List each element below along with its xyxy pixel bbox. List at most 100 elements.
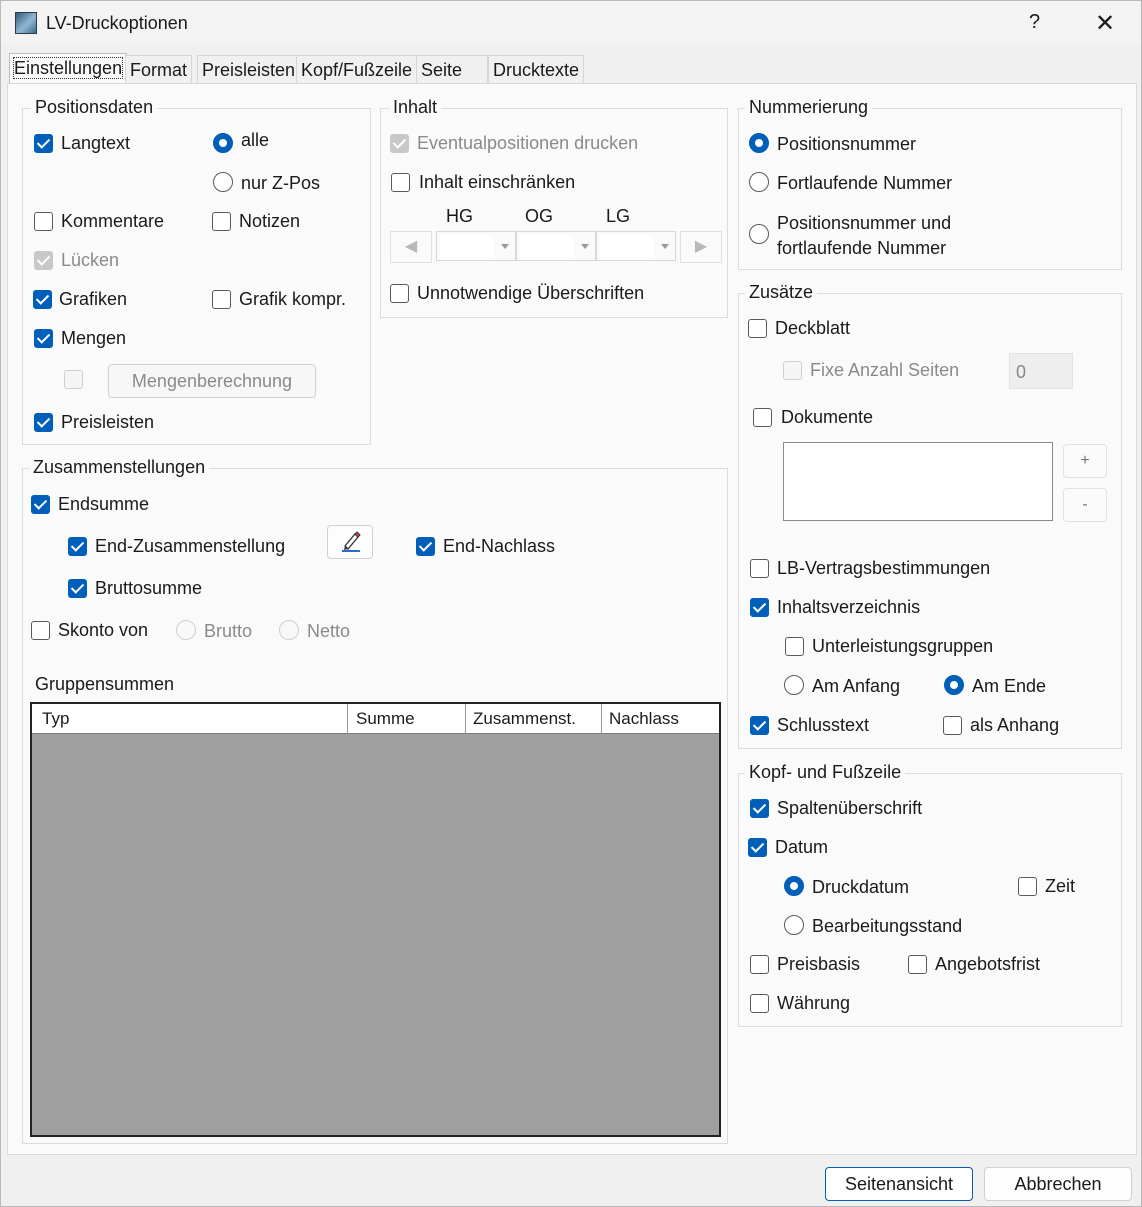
group-title-zusaetze: Zusätze bbox=[745, 282, 818, 303]
unnotwendige-checkbox[interactable] bbox=[390, 284, 409, 303]
luecken-checkbox[interactable] bbox=[34, 251, 53, 270]
preisbasis-checkbox[interactable] bbox=[750, 955, 769, 974]
netto-radio[interactable] bbox=[279, 620, 299, 640]
bearbeitungsstand-radio[interactable] bbox=[784, 915, 804, 935]
gruppensummen-table[interactable]: Typ Summe Zusammenst. Nachlass bbox=[30, 702, 721, 1137]
angebotsfrist-label: Angebotsfrist bbox=[935, 954, 1041, 974]
inhaltsverzeichnis-label: Inhaltsverzeichnis bbox=[777, 597, 921, 617]
nur-z-pos-radio[interactable] bbox=[213, 172, 233, 192]
dokumente-list[interactable] bbox=[783, 442, 1053, 521]
close-button[interactable]: ✕ bbox=[1095, 9, 1115, 38]
positionsnummer-label: Positionsnummer bbox=[777, 134, 917, 154]
deckblatt-checkbox[interactable] bbox=[748, 319, 767, 338]
langtext-checkbox[interactable] bbox=[34, 134, 53, 153]
dokumente-checkbox[interactable] bbox=[753, 408, 772, 427]
tab-preisleisten[interactable]: Preisleisten bbox=[197, 55, 301, 83]
waehrung-checkbox[interactable] bbox=[750, 994, 769, 1013]
eventualpositionen-checkbox[interactable] bbox=[390, 134, 409, 153]
spaltenueberschrift-checkbox[interactable] bbox=[750, 799, 769, 818]
gruppensummen-label: Gruppensummen bbox=[35, 674, 175, 694]
lg-label: LG bbox=[606, 206, 631, 226]
fixe-anzahl-seiten-label: Fixe Anzahl Seiten bbox=[810, 360, 960, 380]
tab-einstellungen[interactable]: Einstellungen bbox=[9, 53, 128, 85]
positionsnummer-radio[interactable] bbox=[749, 133, 769, 153]
endsumme-checkbox[interactable] bbox=[31, 495, 50, 514]
help-button[interactable]: ? bbox=[1029, 11, 1040, 34]
abbrechen-button[interactable]: Abbrechen bbox=[984, 1167, 1132, 1201]
positionsnummer-und-label-line2: fortlaufende Nummer bbox=[777, 238, 947, 258]
dokumente-label: Dokumente bbox=[781, 407, 874, 427]
tab-drucktexte[interactable]: Drucktexte bbox=[488, 55, 585, 83]
inhalt-einschraenken-label: Inhalt einschränken bbox=[419, 172, 576, 192]
kommentare-checkbox[interactable] bbox=[34, 212, 53, 231]
waehrung-label: Währung bbox=[777, 993, 851, 1013]
column-header-typ[interactable]: Typ bbox=[42, 709, 69, 729]
tab-strip: Einstellungen Format Preisleisten Kopf/F… bbox=[1, 51, 1141, 85]
mengenberechnung-button[interactable]: Mengenberechnung bbox=[108, 364, 316, 398]
spaltenueberschrift-label: Spaltenüberschrift bbox=[777, 798, 923, 818]
kommentare-label: Kommentare bbox=[61, 211, 165, 231]
am-ende-radio[interactable] bbox=[944, 675, 964, 695]
mengen-checkbox[interactable] bbox=[34, 329, 53, 348]
end-zusammenstellung-checkbox[interactable] bbox=[68, 537, 87, 556]
endsumme-label: Endsumme bbox=[58, 494, 150, 514]
preisbasis-label: Preisbasis bbox=[777, 954, 861, 974]
skonto-von-checkbox[interactable] bbox=[31, 621, 50, 640]
am-anfang-radio[interactable] bbox=[784, 675, 804, 695]
druckdatum-radio[interactable] bbox=[784, 876, 804, 896]
zeit-label: Zeit bbox=[1045, 876, 1076, 896]
group-title-zusammenstellungen: Zusammenstellungen bbox=[29, 457, 210, 478]
preisleisten-label: Preisleisten bbox=[61, 412, 155, 432]
alle-label: alle bbox=[241, 130, 270, 150]
hg-label: HG bbox=[446, 206, 473, 226]
unterleistungsgruppen-checkbox[interactable] bbox=[785, 637, 804, 656]
next-nav-button[interactable]: ▶ bbox=[680, 231, 722, 263]
grafik-kompr-checkbox[interactable] bbox=[212, 290, 231, 309]
tab-kopf-fusszeile[interactable]: Kopf/Fußzeile bbox=[296, 55, 418, 83]
fixe-anzahl-seiten-input[interactable]: 0 bbox=[1009, 353, 1073, 389]
mengenberechnung-checkbox[interactable] bbox=[64, 370, 83, 389]
column-header-zusammenst[interactable]: Zusammenst. bbox=[473, 709, 576, 729]
edit-zusammenstellung-button[interactable] bbox=[327, 525, 373, 559]
brutto-radio[interactable] bbox=[176, 620, 196, 640]
og-combobox[interactable] bbox=[516, 231, 596, 261]
datum-checkbox[interactable] bbox=[748, 838, 767, 857]
column-header-nachlass[interactable]: Nachlass bbox=[609, 709, 679, 729]
end-zusammenstellung-label: End-Zusammenstellung bbox=[95, 536, 286, 556]
deckblatt-label: Deckblatt bbox=[775, 318, 851, 338]
column-header-summe[interactable]: Summe bbox=[356, 709, 415, 729]
fixe-anzahl-seiten-checkbox[interactable] bbox=[783, 361, 802, 380]
add-dokument-button[interactable]: + bbox=[1063, 444, 1107, 478]
angebotsfrist-checkbox[interactable] bbox=[908, 955, 927, 974]
remove-dokument-button[interactable]: - bbox=[1063, 488, 1107, 522]
grafiken-checkbox[interactable] bbox=[33, 290, 52, 309]
fortlaufende-nummer-label: Fortlaufende Nummer bbox=[777, 173, 953, 193]
group-title-nummerierung: Nummerierung bbox=[745, 97, 873, 118]
alle-radio[interactable] bbox=[213, 133, 233, 153]
bruttosumme-checkbox[interactable] bbox=[68, 579, 87, 598]
window-title: LV-Druckoptionen bbox=[46, 13, 188, 33]
schlusstext-label: Schlusstext bbox=[777, 715, 870, 735]
lb-vertragsbestimmungen-checkbox[interactable] bbox=[750, 559, 769, 578]
inhaltsverzeichnis-checkbox[interactable] bbox=[750, 598, 769, 617]
tab-seite[interactable]: Seite bbox=[416, 55, 488, 83]
prev-nav-button[interactable]: ◀ bbox=[390, 231, 432, 263]
als-anhang-checkbox[interactable] bbox=[943, 716, 962, 735]
group-title-kopf-fusszeile: Kopf- und Fußzeile bbox=[745, 762, 906, 783]
positionsnummer-und-label-line1: Positionsnummer und bbox=[777, 213, 952, 233]
positionsnummer-und-fortlaufende-radio[interactable] bbox=[749, 224, 769, 244]
hg-combobox[interactable] bbox=[436, 231, 516, 261]
fortlaufende-nummer-radio[interactable] bbox=[749, 172, 769, 192]
lg-combobox[interactable] bbox=[596, 231, 676, 261]
brutto-label: Brutto bbox=[204, 621, 253, 641]
inhalt-einschraenken-checkbox[interactable] bbox=[391, 173, 410, 192]
dialog-window: LV-Druckoptionen ? ✕ Einstellungen Forma… bbox=[0, 0, 1142, 1207]
tab-format[interactable]: Format bbox=[125, 55, 193, 83]
grafiken-label: Grafiken bbox=[59, 289, 128, 309]
zeit-checkbox[interactable] bbox=[1018, 877, 1037, 896]
preisleisten-checkbox[interactable] bbox=[34, 413, 53, 432]
seitenansicht-button[interactable]: Seitenansicht bbox=[825, 1167, 973, 1201]
notizen-checkbox[interactable] bbox=[212, 212, 231, 231]
schlusstext-checkbox[interactable] bbox=[750, 716, 769, 735]
end-nachlass-checkbox[interactable] bbox=[416, 537, 435, 556]
